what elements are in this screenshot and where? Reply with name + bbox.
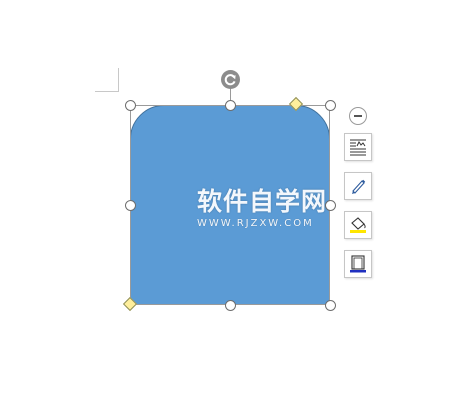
resize-handle-top-left[interactable]: [125, 100, 136, 111]
resize-handle-top-right[interactable]: [325, 100, 336, 111]
border-frame-icon: [350, 255, 366, 273]
resize-handle-top-center[interactable]: [225, 100, 236, 111]
page-corner-mark: [95, 68, 119, 92]
rotate-icon: [224, 74, 236, 86]
layout-options-icon: [350, 139, 366, 156]
outline-pen-icon: [352, 179, 366, 194]
rotate-handle[interactable]: [221, 70, 240, 89]
resize-handle-middle-left[interactable]: [125, 200, 136, 211]
collapse-toolbar-button[interactable]: [349, 107, 367, 125]
fill-color-button[interactable]: [344, 211, 372, 239]
shape-outline-button[interactable]: [344, 250, 372, 278]
fill-bucket-icon: [350, 217, 366, 233]
outline-style-button[interactable]: [344, 172, 372, 200]
resize-handle-bottom-center[interactable]: [225, 300, 236, 311]
resize-handle-middle-right[interactable]: [325, 200, 336, 211]
resize-handle-bottom-right[interactable]: [325, 300, 336, 311]
layout-options-button[interactable]: [344, 133, 372, 161]
rounded-rectangle-shape[interactable]: [130, 105, 330, 305]
